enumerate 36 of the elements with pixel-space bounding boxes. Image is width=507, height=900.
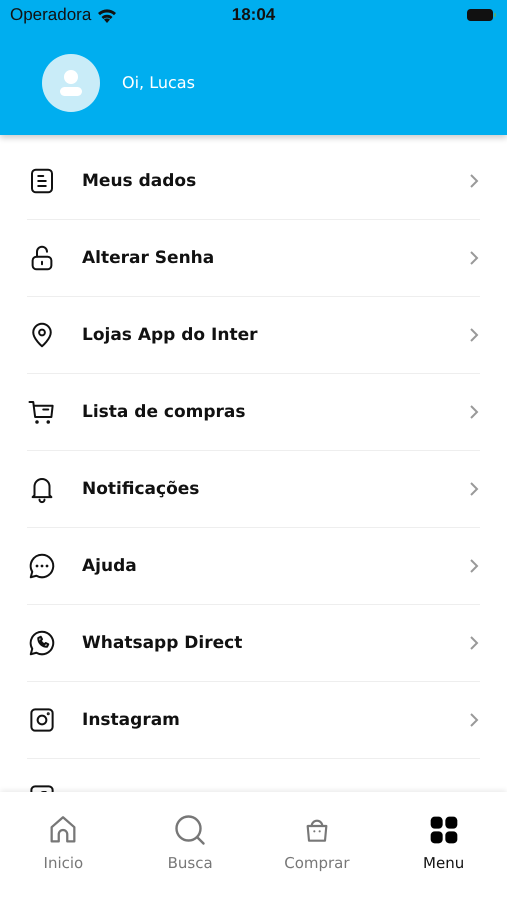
menu-label: Instagram	[82, 710, 181, 730]
greeting: Oi, Lucas	[122, 73, 195, 92]
carrier-name: Operadora	[10, 5, 92, 25]
tab[interactable]: Inicio	[0, 792, 127, 900]
chevron-icon	[468, 173, 480, 189]
menu-item[interactable]: Notificações	[27, 451, 480, 528]
wifi-icon	[97, 8, 118, 22]
tab[interactable]: Comprar	[254, 792, 380, 900]
chevron-icon	[468, 635, 480, 651]
menu-item[interactable]: Whatsapp Direct	[27, 605, 480, 682]
menu-label: Ajuda	[82, 556, 138, 576]
menu-item[interactable]: Instagram	[27, 682, 480, 759]
menu-item[interactable]: Ajuda	[27, 528, 480, 605]
tab[interactable]: Busca	[126, 792, 254, 900]
menu-label: Whatsapp Direct	[82, 633, 244, 653]
menu-item[interactable]: Alterar Senha	[27, 220, 480, 297]
menu-label: Notificações	[82, 479, 200, 499]
phone-bubble-icon	[27, 628, 57, 658]
chevron-icon	[468, 712, 480, 728]
chevron-icon	[468, 404, 480, 420]
menu-label: Meus dados	[82, 171, 198, 191]
grid-icon	[428, 814, 460, 846]
menu-item[interactable]: Lista de compras	[27, 374, 480, 451]
chat-bubble-icon	[27, 551, 57, 581]
chevron-icon	[468, 558, 480, 574]
status-time: 18:04	[232, 5, 276, 25]
menu-label: Alterar Senha	[82, 248, 216, 268]
chevron-icon	[468, 327, 480, 343]
chevron-icon	[468, 481, 480, 497]
menu-label: Lojas App do Inter	[82, 325, 258, 345]
menu-item[interactable]: Meus dados	[27, 143, 480, 220]
chevron-icon	[468, 250, 480, 266]
battery-icon	[467, 8, 498, 22]
tab[interactable]: Menu	[380, 792, 507, 900]
menu-item[interactable]: Lojas App do Inter	[27, 297, 480, 374]
menu-label: Lista de compras	[82, 402, 247, 422]
